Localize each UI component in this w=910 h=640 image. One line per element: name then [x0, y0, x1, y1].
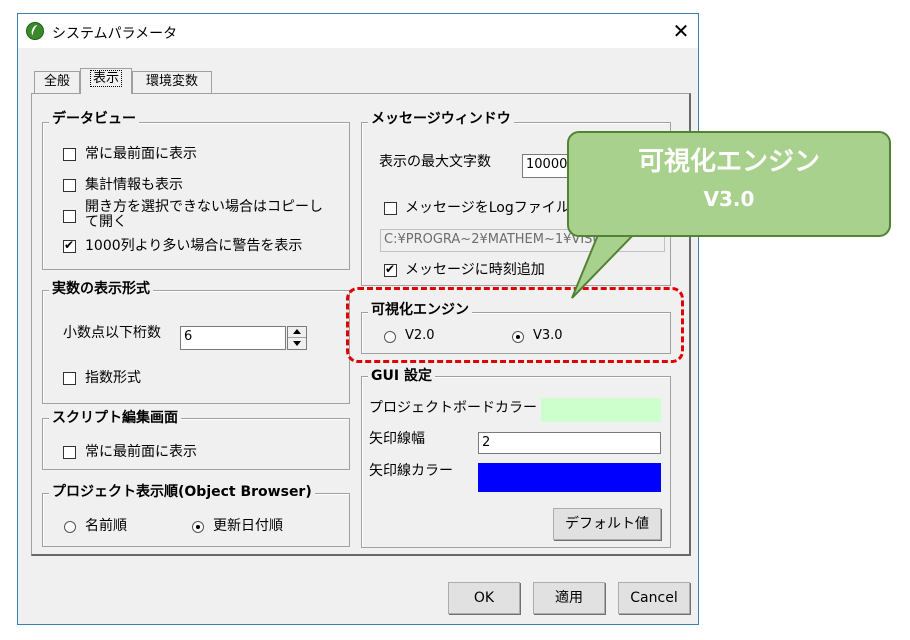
spin-up-icon[interactable] [293, 329, 301, 334]
arrow-color-label: 矢印線カラー [369, 463, 453, 479]
tab-general[interactable]: 全般 [34, 71, 80, 93]
sort-date-radio[interactable] [192, 521, 204, 533]
callout-title: 可視化エンジン [637, 147, 820, 177]
spinner-divider [288, 337, 306, 338]
project-order-legend: プロジェクト表示順(Object Browser) [49, 483, 315, 501]
copy-open-checkbox[interactable] [63, 210, 76, 223]
tab-display-label: 表示 [89, 70, 122, 87]
script-topmost-label: 常に最前面に表示 [85, 444, 197, 460]
board-color-label: プロジェクトボードカラー [369, 400, 537, 416]
timestamp-label: メッセージに時刻追加 [405, 262, 545, 278]
sort-name-radio[interactable] [64, 521, 76, 533]
callout-pointer-shape [571, 229, 640, 299]
board-color-swatch[interactable] [541, 398, 661, 422]
col-warning-checkbox[interactable] [63, 238, 76, 253]
callout-subtitle: V3.0 [703, 187, 755, 211]
decimals-label: 小数点以下桁数 [63, 325, 161, 341]
message-legend: メッセージウィンドウ [368, 110, 514, 128]
decimals-spinner[interactable] [287, 326, 307, 350]
arrow-width-input[interactable]: 2 [478, 432, 661, 454]
topmost-label: 常に最前面に表示 [85, 146, 197, 162]
maxchars-label: 表示の最大文字数 [379, 154, 491, 170]
app-leaf-icon [26, 22, 44, 40]
decimals-input[interactable]: 6 [180, 326, 286, 350]
summary-label: 集計情報も表示 [85, 177, 183, 193]
apply-button[interactable]: 適用 [533, 582, 605, 614]
sort-name-label: 名前順 [85, 518, 127, 534]
window-title: システムパラメータ [52, 26, 178, 42]
close-icon[interactable]: ✕ [668, 18, 694, 44]
callout-pointer [571, 229, 640, 299]
script-legend: スクリプト編集画面 [49, 409, 181, 427]
dataview-legend: データビュー [49, 110, 139, 128]
timestamp-checkbox[interactable] [384, 262, 397, 277]
exponent-label: 指数形式 [85, 370, 141, 386]
script-topmost-checkbox[interactable] [63, 446, 76, 459]
cancel-button[interactable]: Cancel [618, 582, 690, 614]
title-bar: システムパラメータ ✕ [18, 14, 698, 48]
spin-down-icon[interactable] [293, 341, 301, 346]
default-button[interactable]: デフォルト値 [553, 508, 661, 540]
summary-checkbox[interactable] [63, 179, 76, 192]
realnum-legend: 実数の表示形式 [49, 280, 153, 298]
arrow-width-label: 矢印線幅 [369, 431, 425, 447]
sort-date-label: 更新日付順 [213, 518, 283, 534]
tab-display[interactable]: 表示 [80, 68, 132, 94]
copy-open-label-line2: て開く [85, 214, 127, 230]
col-warning-label: 1000列より多い場合に警告を表示 [85, 238, 303, 254]
arrow-color-swatch[interactable] [478, 463, 661, 492]
topmost-checkbox[interactable] [63, 148, 76, 161]
copy-open-label-line1: 開き方を選択できない場合はコピーし [85, 199, 323, 215]
gui-legend: GUI 設定 [368, 367, 435, 385]
exponent-checkbox[interactable] [63, 372, 76, 385]
ok-button[interactable]: OK [448, 582, 520, 614]
log-checkbox[interactable] [384, 202, 397, 215]
tab-environment[interactable]: 環境変数 [132, 71, 212, 93]
